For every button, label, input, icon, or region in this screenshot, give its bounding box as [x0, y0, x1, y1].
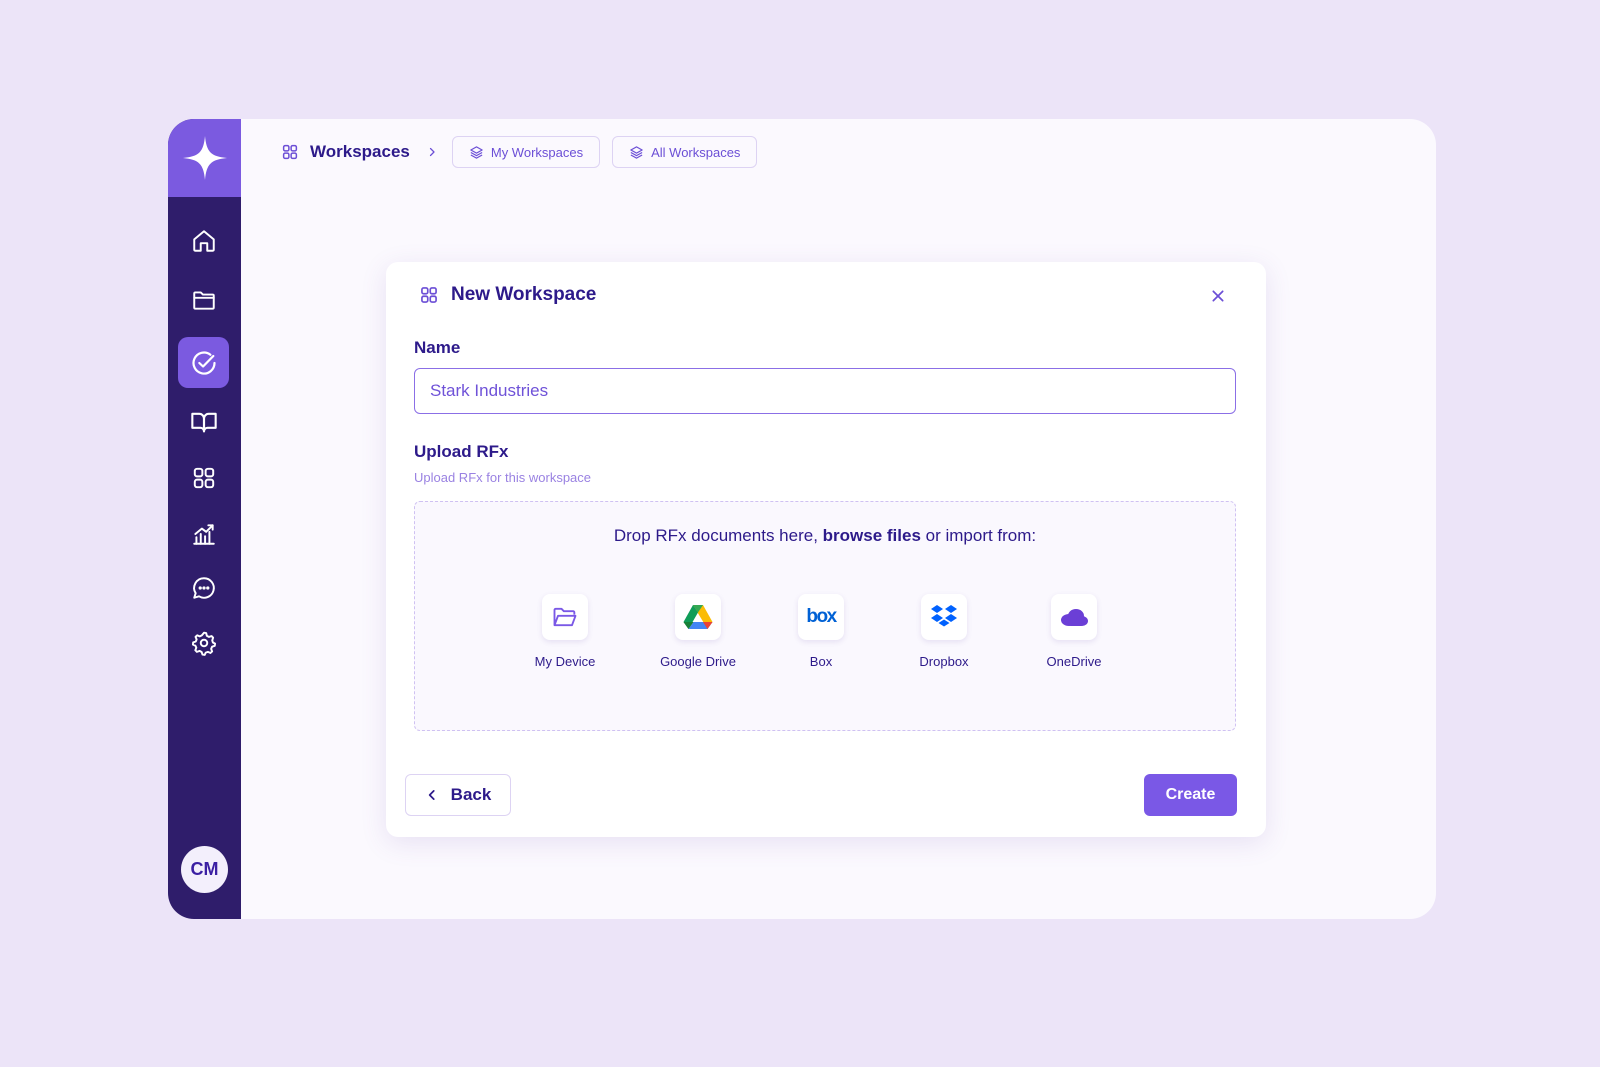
dropbox-icon: [921, 594, 967, 640]
book-icon: [190, 412, 217, 432]
google-drive-icon: [675, 594, 721, 640]
breadcrumb-root-label: Workspaces: [310, 142, 410, 161]
browse-files-link[interactable]: browse files: [823, 526, 921, 545]
source-label: Box: [809, 654, 833, 669]
new-workspace-modal: New Workspace Name Upload RFx Upload RFx…: [386, 262, 1266, 837]
onedrive-icon: [1051, 594, 1097, 640]
source-google-drive[interactable]: Google Drive: [638, 594, 758, 669]
sidebar-item-settings[interactable]: [178, 617, 229, 668]
create-label: Create: [1165, 786, 1216, 803]
folder-open-icon: [542, 594, 588, 640]
back-button[interactable]: Back: [405, 774, 511, 816]
my-workspaces-chip[interactable]: My Workspaces: [451, 136, 601, 168]
source-label: My Device: [534, 654, 596, 669]
box-icon: box: [798, 594, 844, 640]
sidebar-item-analytics[interactable]: [178, 508, 229, 559]
create-button[interactable]: Create: [1144, 774, 1237, 816]
grid-icon: [421, 287, 437, 303]
sidebar-item-workspaces[interactable]: [178, 452, 229, 503]
source-dropbox[interactable]: Dropbox: [884, 594, 1004, 669]
folder-icon: [192, 290, 215, 310]
upload-dropzone[interactable]: Drop RFx documents here, browse files or…: [414, 501, 1236, 731]
layers-icon: [630, 145, 643, 159]
sparkle-logo-icon: [182, 136, 227, 180]
source-label: Google Drive: [660, 654, 736, 669]
source-box[interactable]: box Box: [761, 594, 881, 669]
breadcrumb: Workspaces My Workspaces All Workspaces: [281, 136, 769, 168]
upload-label: Upload RFx: [414, 442, 509, 461]
grid-icon: [282, 144, 298, 160]
chat-icon: [192, 576, 215, 599]
upload-subtitle: Upload RFx for this workspace: [414, 470, 592, 485]
modal-title-text: New Workspace: [451, 284, 597, 305]
sidebar-item-tasks[interactable]: [178, 337, 229, 388]
drop-text-after: or import from:: [920, 526, 1037, 545]
source-label: OneDrive: [1046, 654, 1102, 669]
analytics-icon: [192, 523, 215, 545]
modal-title: New Workspace: [419, 284, 596, 306]
grid-icon: [193, 467, 214, 488]
close-button[interactable]: [1206, 284, 1230, 308]
chevron-right-icon: [426, 146, 438, 158]
app-logo[interactable]: [168, 119, 241, 197]
chevron-left-icon: [428, 790, 435, 800]
close-icon: [1212, 290, 1224, 302]
check-circle-icon: [191, 350, 216, 375]
layers-icon: [470, 145, 483, 159]
name-input[interactable]: [414, 368, 1236, 414]
source-my-device[interactable]: My Device: [505, 594, 625, 669]
breadcrumb-root[interactable]: Workspaces: [281, 142, 410, 162]
gear-icon: [191, 631, 216, 656]
back-label: Back: [450, 785, 492, 804]
all-workspaces-label: All Workspaces: [651, 144, 741, 160]
sidebar-item-library[interactable]: [178, 396, 229, 447]
sidebar-item-files[interactable]: [178, 274, 229, 325]
source-onedrive[interactable]: OneDrive: [1014, 594, 1134, 669]
home-icon: [192, 229, 215, 252]
my-workspaces-label: My Workspaces: [490, 144, 584, 160]
name-label: Name: [414, 338, 461, 357]
all-workspaces-chip[interactable]: All Workspaces: [612, 136, 758, 168]
drop-text-before: Drop RFx documents here,: [613, 526, 823, 545]
avatar-initials: CM: [190, 859, 219, 879]
sidebar-item-chat[interactable]: [178, 562, 229, 613]
avatar[interactable]: CM: [181, 846, 228, 893]
sidebar-item-home[interactable]: [178, 215, 229, 266]
drop-instructions: Drop RFx documents here, browse files or…: [415, 526, 1235, 546]
app-window: CM Workspaces My Workspaces All Workspac…: [168, 119, 1436, 919]
source-label: Dropbox: [919, 654, 969, 669]
sidebar: CM: [168, 119, 241, 919]
